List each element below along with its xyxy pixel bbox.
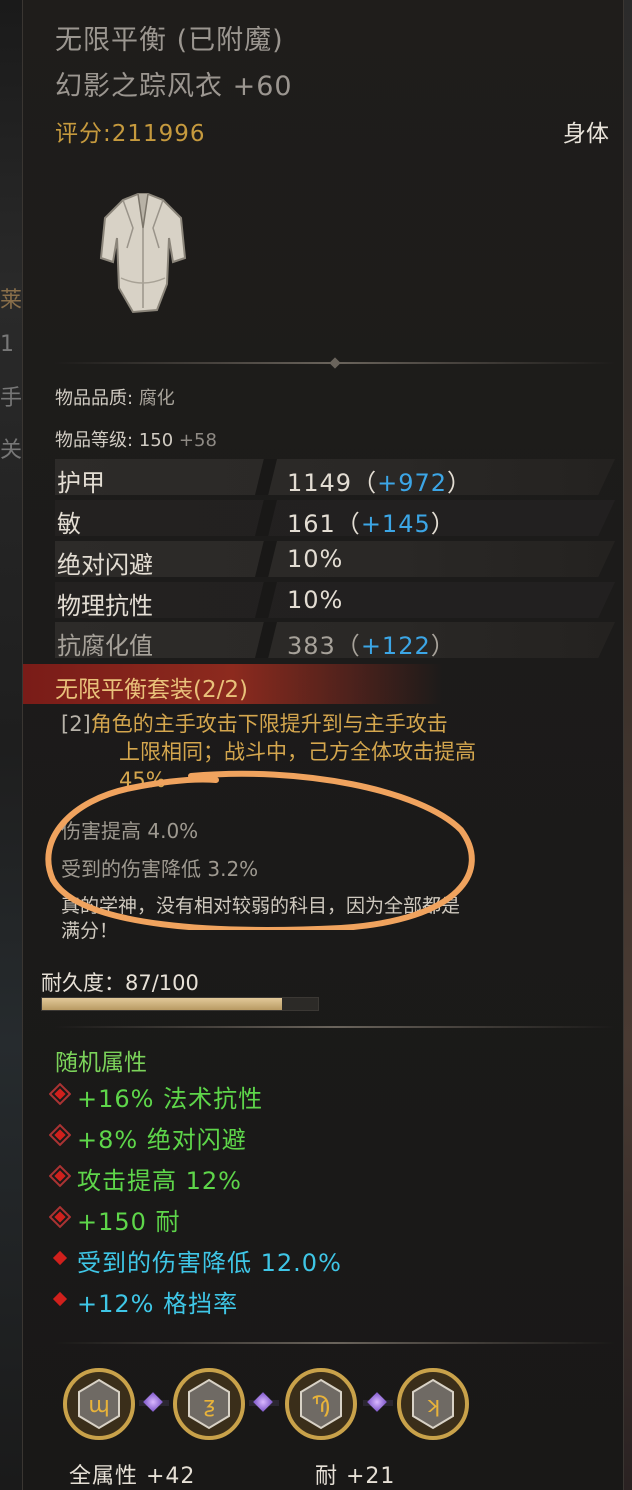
svg-text:ɰ: ɰ [88,1393,109,1418]
random-attribute-text: +12% 格挡率 [77,1290,239,1318]
background-game-left: 莱 1 手 关 [0,0,22,1490]
section-divider [55,1342,615,1344]
gem-socket-row: ɰ ƺ Ϡ ʞ [61,1366,481,1442]
random-attribute-text: 受到的伤害降低 12.0% [77,1249,342,1277]
stat-label: 护甲 [57,469,105,497]
random-attributes-title: 随机属性 [55,1050,147,1076]
item-name: 幻影之踪风衣 +60 [55,71,293,102]
stat-label: 敏 [57,510,81,538]
stat-row-corruption-resist: 抗腐化值 383（+122） [55,622,615,660]
stat-value: 1149（+972） [287,469,472,497]
svg-text:ƺ: ƺ [203,1393,215,1418]
gem-socket-icon[interactable]: ɰ [61,1366,137,1442]
stat-label: 物理抗性 [57,592,153,620]
level-label: 物品等级: [55,430,134,451]
coat-item-icon [99,193,187,314]
stat-row-armor: 护甲 1149（+972） [55,459,615,497]
diamond-frame-icon [49,1124,71,1146]
durability-bar [41,997,319,1011]
orange-annotation-circle [45,770,475,930]
durability-label: 耐久度：87/100 [41,971,199,995]
stat-row-phys-resist: 物理抗性 10% [55,582,615,620]
random-attribute-text: +8% 绝对闪避 [77,1126,247,1154]
set-name: 无限平衡套装(2/2) [55,677,248,703]
stat-label: 抗腐化值 [57,632,153,660]
item-score: 评分:211996 [55,121,206,147]
gem-socket-icon[interactable]: ʞ [395,1366,471,1442]
gem-socket-icon[interactable]: Ϡ [283,1366,359,1442]
item-enchant-title: 无限平衡 (已附魔) [55,25,284,56]
random-attribute-text: 攻击提高 12% [77,1167,242,1195]
item-quality: 物品品质: 腐化 [55,384,175,410]
equip-slot: 身体 [563,121,609,147]
random-attribute-text: +16% 法术抗性 [77,1085,264,1113]
random-attribute-text: +150 耐 [77,1208,181,1236]
stat-row-dodge: 绝对闪避 10% [55,541,615,579]
section-divider [55,357,615,369]
stat-value: 10% [287,586,344,614]
gem-stat-all-attributes: 全属性 +42 [69,1464,196,1489]
durability-fill [42,998,283,1010]
diamond-frame-icon [49,1083,71,1105]
stat-value: 383（+122） [287,632,456,660]
item-level: 物品等级: 150 +58 [55,426,217,452]
gem-socket-icon[interactable]: ƺ [171,1366,247,1442]
stat-row-agility: 敏 161（+145） [55,500,615,538]
diamond-frame-icon [49,1165,71,1187]
svg-text:ʞ: ʞ [426,1393,441,1418]
gem-stat-stamina: 耐 +21 [315,1464,396,1489]
diamond-frame-icon [49,1206,71,1228]
red-diamond-icon [52,1291,68,1307]
section-divider [55,1026,615,1028]
red-diamond-icon [52,1250,68,1266]
item-tooltip-panel: 无限平衡 (已附魔) 幻影之踪风衣 +60 评分:211996 身体 物品品质:… [22,0,624,1490]
level-bonus: +58 [178,430,217,451]
stat-label: 绝对闪避 [57,551,153,579]
svg-text:Ϡ: Ϡ [311,1393,330,1418]
stat-value: 161（+145） [287,510,456,538]
stat-value: 10% [287,545,344,573]
quality-value: 腐化 [138,388,175,409]
quality-label: 物品品质: [55,388,134,409]
level-value: 150 [138,430,174,451]
